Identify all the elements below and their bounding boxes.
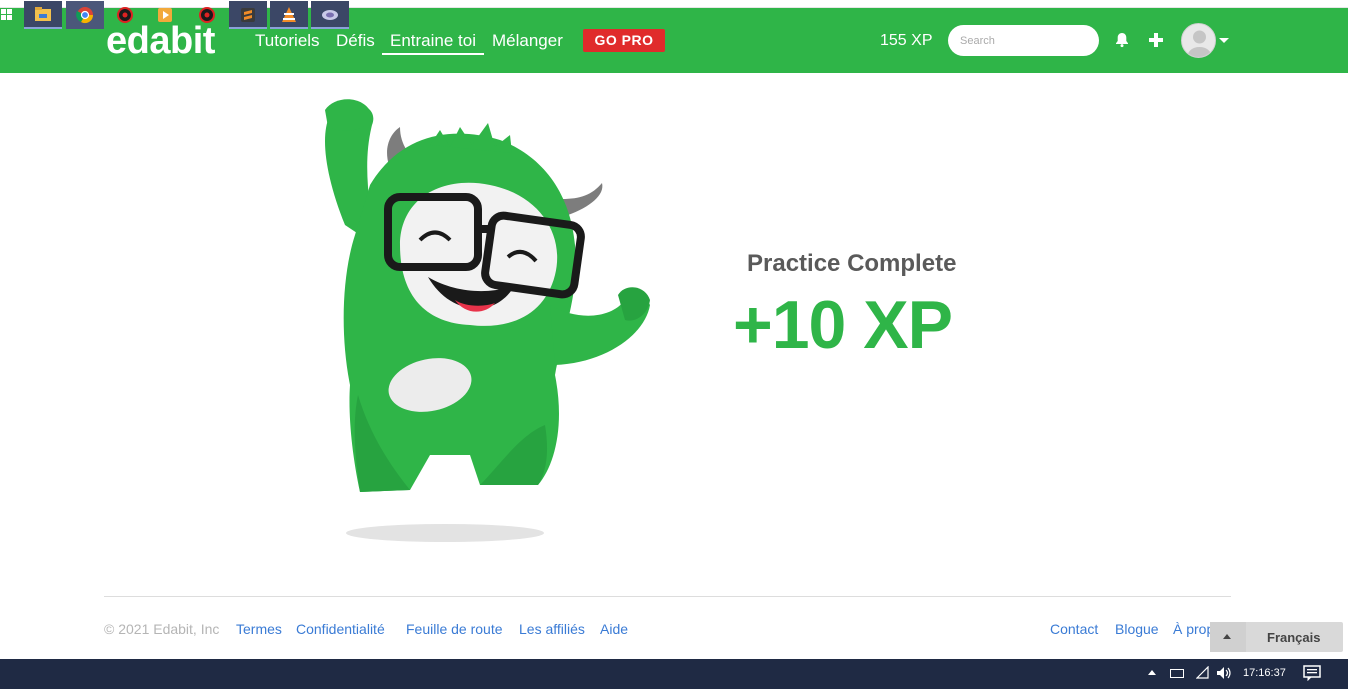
language-label[interactable]: Français [1267,630,1320,645]
chrome-icon[interactable] [66,1,104,29]
app-icon[interactable] [311,1,349,29]
footer-copyright: © 2021 Edabit, Inc [104,621,220,637]
chevron-down-icon[interactable] [1219,38,1229,43]
footer-link-les-affilies[interactable]: Les affiliés [519,621,585,637]
footer-link-feuille-de-route[interactable]: Feuille de route [406,621,503,637]
tray-chevron-up-icon[interactable] [1148,670,1156,675]
nav-tutoriels[interactable]: Tutoriels [255,31,320,51]
bell-icon[interactable] [1112,30,1132,50]
go-pro-button[interactable]: GO PRO [583,29,665,52]
chevron-up-icon[interactable] [1210,622,1246,652]
taskbar-clock[interactable]: 17:16:37 [1243,667,1286,679]
footer-link-termes[interactable]: Termes [236,621,282,637]
xp-gain-text: +10 XP [733,287,953,363]
footer-divider [104,596,1231,597]
nav-defis[interactable]: Défis [336,31,375,51]
footer-link-aide[interactable]: Aide [600,621,628,637]
search-input[interactable] [948,25,1099,56]
footer-link-confidentialite[interactable]: Confidentialité [296,621,385,637]
sublime-text-icon[interactable] [229,1,267,29]
windows-taskbar [0,659,1348,689]
wifi-icon[interactable] [1195,665,1210,685]
battery-icon[interactable] [1170,669,1184,678]
vlc-icon[interactable] [270,1,308,29]
volume-icon[interactable] [1215,665,1233,686]
notification-icon[interactable] [1303,665,1321,686]
footer-link-a-propos[interactable]: À prop [1173,621,1214,637]
media-app-icon[interactable] [106,1,144,29]
mascot-illustration [300,95,670,550]
nav-melanger[interactable]: Mélanger [492,31,563,51]
practice-complete-heading: Practice Complete [747,250,957,277]
nav-entraine-toi[interactable]: Entraine toi [382,31,484,55]
footer-link-contact[interactable]: Contact [1050,621,1098,637]
media-app-icon[interactable] [188,1,226,29]
avatar[interactable] [1181,23,1216,58]
xp-counter: 155 XP [880,32,933,49]
file-explorer-icon[interactable] [24,1,62,29]
windows-start-icon[interactable] [0,1,14,29]
footer-link-blogue[interactable]: Blogue [1115,621,1159,637]
plus-icon[interactable] [1146,30,1166,50]
media-player-icon[interactable] [146,1,184,29]
